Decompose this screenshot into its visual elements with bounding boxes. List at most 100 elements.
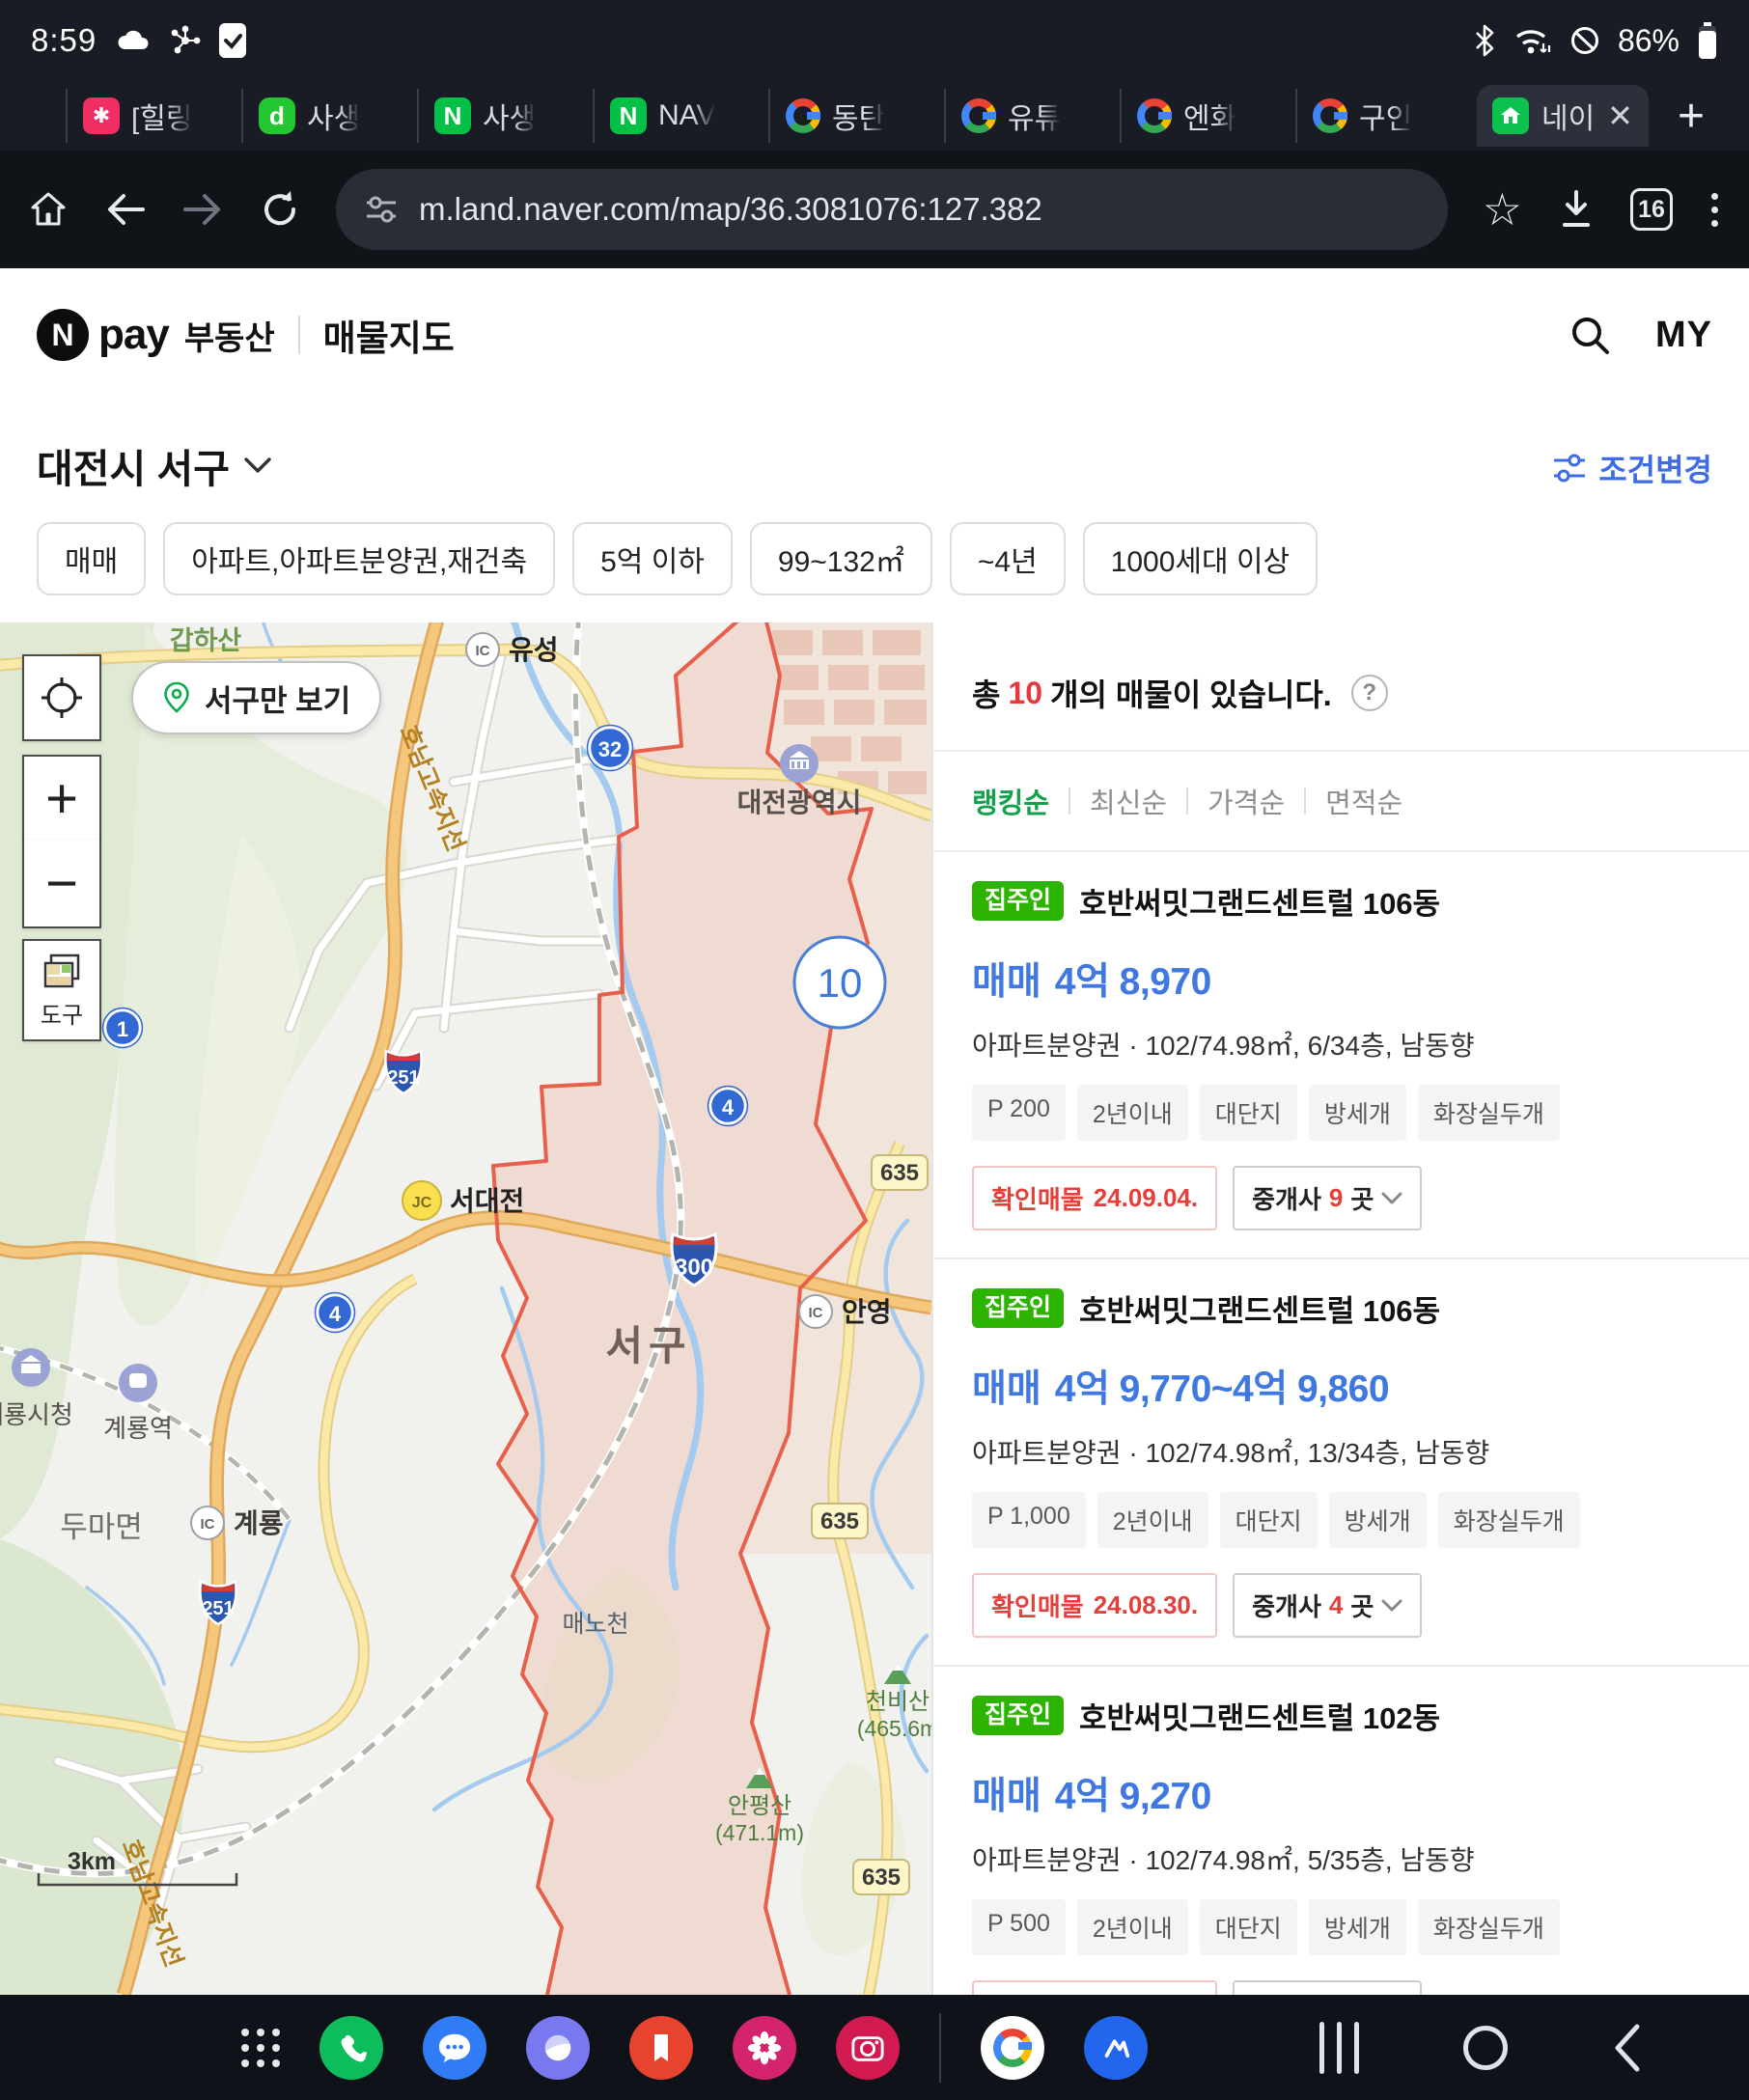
brokers-dropdown[interactable]: 중개사 4 곳 — [1233, 1573, 1422, 1638]
tab-switcher-button[interactable]: 16 — [1630, 188, 1673, 231]
chip-price[interactable]: 5억 이하 — [572, 522, 733, 595]
my-menu[interactable]: MY — [1655, 315, 1712, 356]
chip-trade-type[interactable]: 매매 — [37, 522, 146, 595]
bluetooth-icon — [1473, 24, 1496, 57]
owner-badge: 집주인 — [972, 1696, 1064, 1735]
listings-summary: 총 10 개의 매물이 있습니다. ? — [933, 622, 1749, 752]
clock: 8:59 — [31, 22, 97, 59]
listing-card[interactable]: 집주인 호반써밋그랜드센트럴 106동 매매4억 9,770~4억 9,860 … — [933, 1259, 1749, 1667]
tab-naver-2[interactable]: NNAV — [593, 89, 768, 143]
chip-property-type[interactable]: 아파트,아파트분양권,재건축 — [163, 522, 555, 595]
forward-button[interactable] — [181, 190, 224, 229]
home-button[interactable] — [27, 188, 69, 231]
brokers-dropdown[interactable]: 중개사 9 곳 — [1233, 1166, 1422, 1230]
brokers-dropdown[interactable]: 중개사 2 곳 — [1233, 1980, 1422, 1995]
realestate-label[interactable]: 부동산 — [184, 312, 275, 359]
svg-text:안영: 안영 — [842, 1297, 892, 1327]
phone-app-icon[interactable] — [319, 2016, 383, 2080]
app-drawer-button[interactable] — [241, 2029, 280, 2067]
tab-google-4[interactable]: 구인 — [1295, 89, 1471, 143]
search-icon[interactable] — [1569, 314, 1611, 356]
sort-area[interactable]: 면적순 — [1306, 781, 1422, 821]
tab-naver-land-active[interactable]: 네이 ✕ — [1477, 85, 1649, 147]
tag: P 1,000 — [972, 1492, 1086, 1548]
map-canvas[interactable]: 갑하산 IC 유성 32 — [0, 622, 931, 1995]
screen: 8:59 86% ✱[힐링 d사생 N사생 NNAV 동탄 유튜 엔화 구인 네… — [0, 0, 1749, 2100]
owner-badge: 집주인 — [972, 1288, 1064, 1328]
map-tools-button[interactable]: 도구 — [22, 939, 101, 1041]
battery-percent: 86% — [1618, 23, 1680, 59]
messages-app-icon[interactable] — [423, 2016, 486, 2080]
pay-logo-text[interactable]: pay — [98, 311, 169, 359]
site-settings-icon[interactable] — [365, 195, 398, 224]
cluster-marker[interactable]: 10 — [794, 937, 885, 1028]
naver-map-app-icon[interactable] — [1084, 2016, 1148, 2080]
camera-app-icon[interactable] — [836, 2016, 900, 2080]
help-icon[interactable]: ? — [1351, 675, 1388, 711]
chip-area[interactable]: 99~132㎡ — [750, 522, 932, 595]
browser-menu-button[interactable] — [1707, 189, 1722, 231]
tag: 대단지 — [1220, 1492, 1318, 1548]
listing-title[interactable]: 호반써밋그랜드센트럴 106동 — [1079, 879, 1440, 923]
sort-ranking[interactable]: 랭킹순 — [972, 781, 1069, 821]
zoom-out-button[interactable]: − — [22, 840, 101, 928]
chip-age[interactable]: ~4년 — [950, 522, 1066, 595]
flower-app-icon[interactable] — [733, 2016, 796, 2080]
sort-price[interactable]: 가격순 — [1188, 781, 1304, 821]
map[interactable]: 갑하산 IC 유성 32 — [0, 622, 931, 1995]
chevron-down-icon — [1381, 1599, 1402, 1613]
tab-google-2[interactable]: 유튜 — [944, 89, 1120, 143]
reload-button[interactable] — [259, 188, 301, 231]
route-4-badge-south: 4 — [316, 1293, 355, 1333]
tab-naver-1[interactable]: N사생 — [417, 89, 593, 143]
tab-google-3[interactable]: 엔화 — [1120, 89, 1295, 143]
listings-panel: 총 10 개의 매물이 있습니다. ? 랭킹순 최신순 가격순 면적순 집주인 … — [931, 622, 1749, 1995]
status-bar: 8:59 86% — [0, 0, 1749, 81]
recents-key[interactable] — [1319, 2022, 1359, 2074]
samsung-internet-app-icon[interactable] — [526, 2016, 590, 2080]
tag: 화장실두개 — [1438, 1492, 1580, 1548]
tag: 방세개 — [1309, 1085, 1406, 1141]
url-bar[interactable]: m.land.naver.com/map/36.3081076:127.382 — [336, 169, 1448, 250]
download-icon[interactable] — [1557, 188, 1596, 231]
svg-text:계룡: 계룡 — [234, 1508, 284, 1538]
svg-text:3km: 3km — [68, 1848, 116, 1875]
zoom-in-button[interactable]: + — [22, 755, 101, 842]
svg-text:계룡시청: 계룡시청 — [0, 1400, 73, 1429]
listing-tags: P 1,000 2년이내 대단지 방세개 화장실두개 — [972, 1492, 1710, 1548]
url-text[interactable]: m.land.naver.com/map/36.3081076:127.382 — [419, 191, 1042, 228]
google-app-icon[interactable] — [981, 2016, 1044, 2080]
sort-newest[interactable]: 최신순 — [1070, 781, 1186, 821]
red-app-icon[interactable] — [629, 2016, 693, 2080]
svg-text:251: 251 — [202, 1598, 234, 1619]
route-300-shield: 300 — [672, 1234, 716, 1285]
svg-text:300: 300 — [675, 1255, 713, 1281]
filter-chips: 매매 아파트,아파트분양권,재건축 5억 이하 99~132㎡ ~4년 1000… — [0, 494, 1749, 622]
close-tab-icon[interactable]: ✕ — [1607, 100, 1633, 131]
chip-households[interactable]: 1000세대 이상 — [1083, 522, 1318, 595]
tab-healing[interactable]: ✱[힐링 — [66, 89, 241, 143]
tag: 방세개 — [1309, 1899, 1406, 1955]
home-key[interactable] — [1463, 2026, 1508, 2070]
pin-icon — [162, 681, 191, 714]
brokers-count: 4 — [1329, 1590, 1343, 1620]
bookmark-star-icon[interactable]: ☆ — [1483, 187, 1522, 232]
locate-button[interactable] — [22, 654, 101, 741]
listing-card[interactable]: 집주인 호반써밋그랜드센트럴 106동 매매4억 8,970 아파트분양권 · … — [933, 852, 1749, 1259]
tab-google-1[interactable]: 동탄 — [768, 89, 944, 143]
listing-price: 4억 9,270 — [1055, 1766, 1211, 1820]
back-button[interactable] — [104, 190, 147, 229]
change-conditions-button[interactable]: 조건변경 — [1552, 446, 1712, 494]
listing-title[interactable]: 호반써밋그랜드센트럴 106동 — [1079, 1286, 1440, 1330]
region-selector[interactable]: 대전시 서구 — [37, 436, 272, 494]
listing-spec: 아파트분양권 · 102/74.98㎡, 6/34층, 남동향 — [972, 1025, 1710, 1064]
show-district-only-button[interactable]: 서구만 보기 — [131, 661, 381, 734]
confirmed-listing-badge: 확인매물 24.08.28. — [972, 1980, 1217, 1995]
listing-card[interactable]: 집주인 호반써밋그랜드센트럴 102동 매매4억 9,270 아파트분양권 · … — [933, 1667, 1749, 1995]
tab-daum[interactable]: d사생 — [241, 89, 417, 143]
back-key[interactable] — [1612, 2023, 1641, 2073]
naver-logo[interactable]: N — [37, 309, 89, 361]
new-tab-button[interactable]: + — [1678, 90, 1705, 143]
listing-title[interactable]: 호반써밋그랜드센트럴 102동 — [1079, 1694, 1440, 1737]
svg-text:JC: JC — [412, 1195, 432, 1211]
